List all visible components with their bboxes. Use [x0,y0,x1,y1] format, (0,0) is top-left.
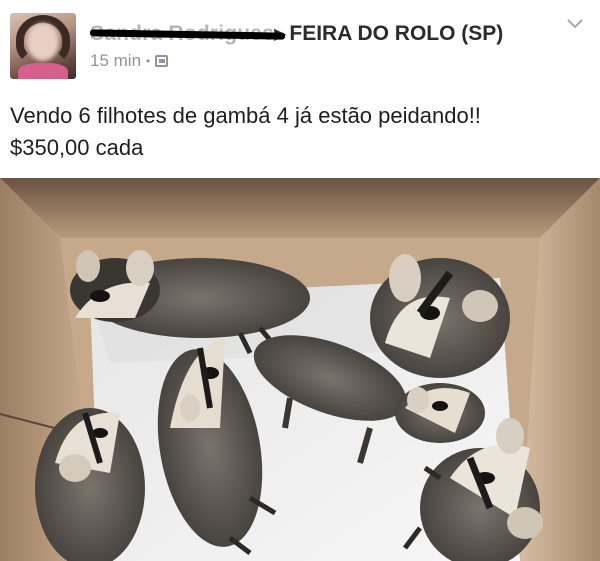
meta-separator: • [146,54,151,68]
chevron-down-icon[interactable] [566,18,584,30]
group-name-link[interactable]: FEIRA DO ROLO (SP) [289,22,503,46]
post-text-line-1: Vendo 6 filhotes de gambá 4 já estão pei… [10,103,481,128]
author-avatar[interactable] [10,13,76,79]
post-text-line-2: $350,00 cada [10,135,144,160]
facebook-post: Sandra Rodrigues ▶ FEIRA DO ROLO (SP) 15… [0,0,600,561]
post-body-text: Vendo 6 filhotes de gambá 4 já estão pei… [10,100,481,164]
timestamp-link[interactable]: 15 min [90,51,141,71]
avatar-face-blurred [27,23,59,61]
opossum-photo-illustration [0,178,600,561]
avatar-shirt [18,63,68,79]
author-name-link[interactable]: Sandra Rodrigues [89,22,286,46]
post-meta: 15 min • [90,51,169,71]
post-header: Sandra Rodrigues ▶ FEIRA DO ROLO (SP) [89,21,503,47]
post-photo[interactable] [0,178,600,561]
friends-icon[interactable] [155,55,169,67]
